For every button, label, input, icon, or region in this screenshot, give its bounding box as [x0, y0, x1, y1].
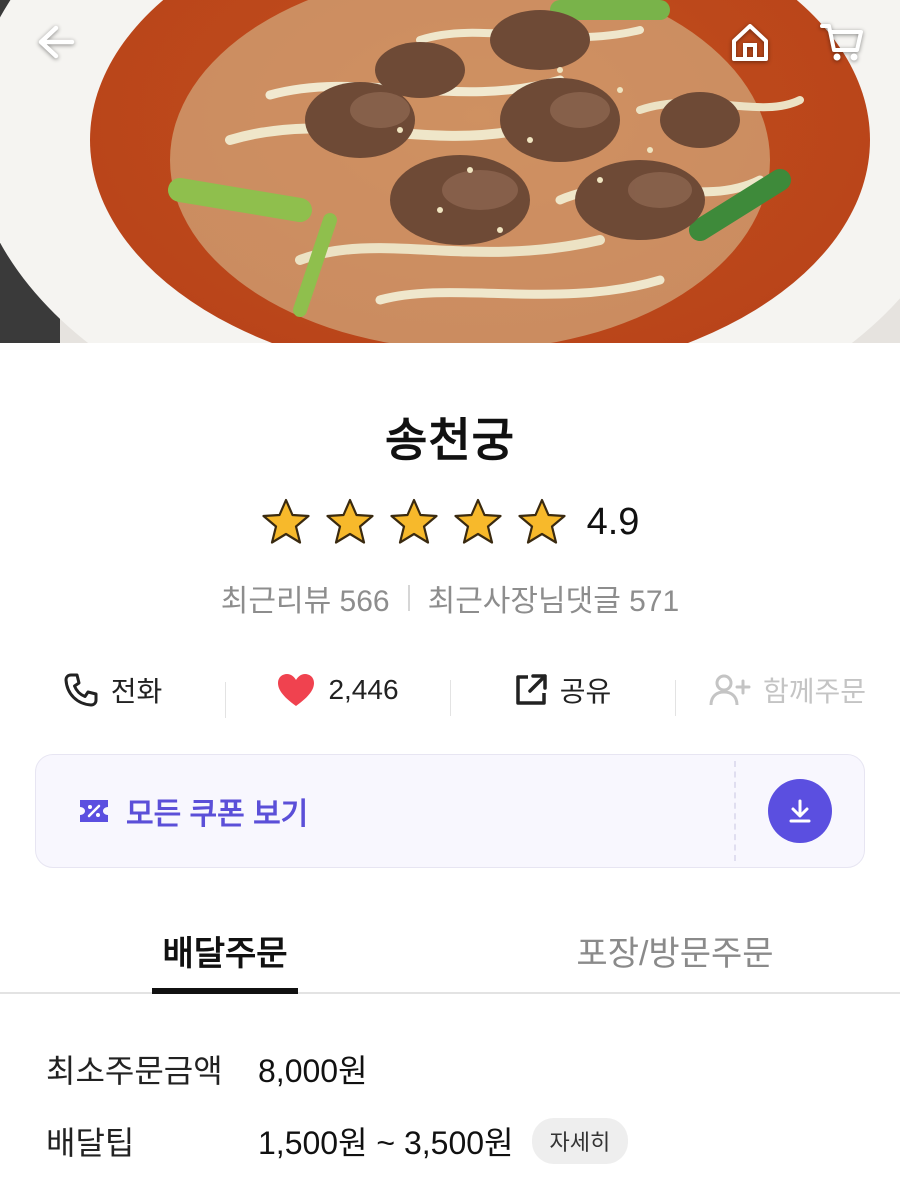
- coupon-icon: [80, 800, 108, 822]
- download-icon: [768, 779, 832, 843]
- store-actions: 전화 2,446 공유 함께주문: [0, 660, 900, 720]
- share-button[interactable]: 공유: [450, 670, 675, 716]
- back-arrow-icon: [38, 25, 75, 59]
- share-label: 공유: [559, 676, 612, 707]
- add-person-icon: [709, 674, 751, 706]
- group-order-label: 함께주문: [762, 676, 867, 707]
- tab-pickup[interactable]: 포장/방문주문: [450, 920, 900, 992]
- delivery-tip-value: 1,500원 ~ 3,500원: [258, 1125, 514, 1161]
- tab-delivery-label: 배달주문: [162, 935, 288, 973]
- recent-reviews[interactable]: 최근리뷰 566: [221, 576, 390, 620]
- star-icon: [453, 498, 503, 546]
- star-icon: [517, 498, 567, 546]
- min-order-label: 최소주문금액: [46, 1053, 223, 1089]
- rating-value: 4.9: [586, 500, 640, 543]
- share-icon: [515, 674, 547, 705]
- group-order-button[interactable]: 함께주문: [675, 670, 900, 716]
- delivery-tip-label: 배달팁: [46, 1125, 135, 1161]
- rating-stars: [261, 498, 567, 546]
- store-name: 송천궁: [385, 413, 515, 467]
- home-icon: [732, 24, 768, 61]
- cart-button[interactable]: [812, 14, 872, 70]
- phone-icon: [64, 673, 98, 707]
- coupon-label: 모든 쿠폰 보기: [126, 798, 309, 831]
- back-button[interactable]: [26, 14, 86, 70]
- min-order-row: 최소주문금액 8,000원: [46, 1046, 368, 1092]
- star-icon: [261, 498, 311, 546]
- coupon-banner: 모든 쿠폰 보기: [35, 754, 865, 868]
- delivery-tip-row: 배달팁 1,500원 ~ 3,500원 자세히: [46, 1118, 629, 1164]
- like-button[interactable]: 2,446: [225, 672, 450, 718]
- delivery-tip-detail-button[interactable]: 자세히: [531, 1118, 629, 1164]
- coupon-download-button[interactable]: [736, 755, 864, 867]
- heart-icon: [278, 674, 315, 706]
- divider: [407, 585, 410, 611]
- call-button[interactable]: 전화: [0, 670, 225, 710]
- owner-replies[interactable]: 최근사장님댓글 571: [428, 576, 680, 620]
- star-icon: [325, 498, 375, 546]
- min-order-value: 8,000원: [258, 1053, 368, 1089]
- view-all-coupons-button[interactable]: 모든 쿠폰 보기: [36, 755, 734, 867]
- tab-delivery[interactable]: 배달주문: [0, 920, 450, 994]
- order-type-tabs: 배달주문 포장/방문주문: [0, 920, 900, 994]
- active-tab-indicator: [152, 988, 298, 994]
- like-count: 2,446: [328, 674, 399, 705]
- store-hero-image: [0, 0, 900, 343]
- star-icon: [389, 498, 439, 546]
- call-label: 전화: [110, 676, 163, 707]
- cart-icon: [820, 24, 863, 61]
- tab-pickup-label: 포장/방문주문: [576, 935, 774, 973]
- home-button[interactable]: [720, 14, 780, 70]
- review-counts[interactable]: 최근리뷰 566 최근사장님댓글 571: [0, 576, 900, 620]
- rating-row: 4.9: [0, 494, 900, 550]
